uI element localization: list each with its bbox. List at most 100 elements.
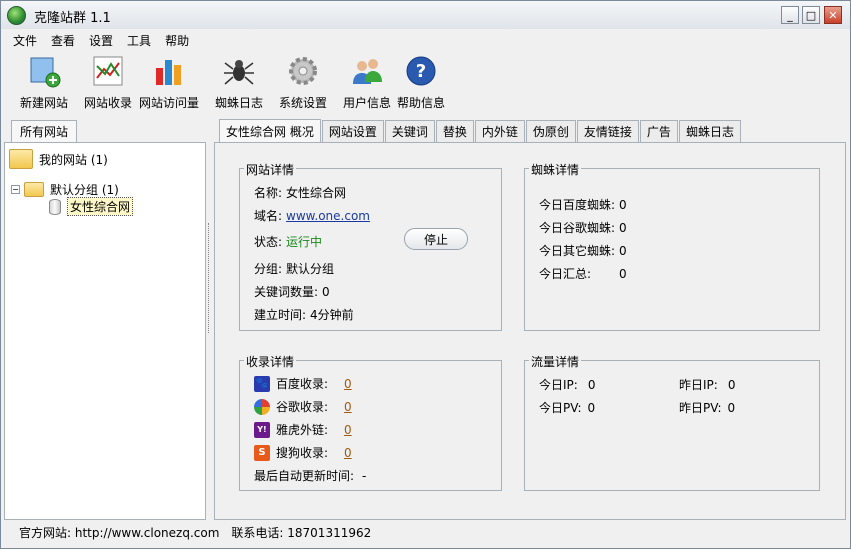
folder-icon: [24, 182, 44, 197]
menu-help[interactable]: 帮助: [165, 32, 189, 49]
menu-settings[interactable]: 设置: [89, 32, 113, 49]
overview-panel: 网站详情 名称: 女性综合网 域名: www.one.com 状态: 运行中 停…: [214, 142, 846, 520]
index-row: S 搜狗收录: 0: [254, 444, 352, 461]
site-keywords-row: 关键词数量: 0: [254, 283, 330, 300]
tab-all-sites[interactable]: 所有网站: [11, 120, 77, 142]
sogou-icon: S: [254, 444, 270, 461]
yesterday-ip-label: 昨日IP:: [679, 378, 718, 392]
index-count-link[interactable]: 0: [344, 446, 352, 460]
collapse-icon[interactable]: −: [11, 185, 20, 194]
tab-pseudo-original[interactable]: 伪原创: [525, 120, 576, 142]
stop-button[interactable]: 停止: [404, 228, 468, 250]
spider-row: 今日汇总: 0: [539, 265, 627, 282]
minimize-button[interactable]: _: [781, 6, 799, 24]
menu-file[interactable]: 文件: [13, 32, 37, 49]
index-label: 谷歌收录:: [276, 400, 329, 414]
index-row: Y! 雅虎外链: 0: [254, 421, 352, 438]
auto-update-row: 最后自动更新时间: -: [254, 467, 366, 484]
name-label: 名称:: [254, 186, 283, 200]
site-created-row: 建立时间: 4分钟前: [254, 306, 354, 323]
menu-tools[interactable]: 工具: [127, 32, 151, 49]
tab-friend-links[interactable]: 友情链接: [576, 120, 639, 142]
users-icon: [349, 53, 385, 89]
yesterday-ip-row: 昨日IP: 0: [679, 376, 735, 393]
yesterday-pv-value: 0: [727, 400, 736, 415]
title-bar: 克隆站群 1.1 _ □ ✕: [1, 1, 850, 29]
tab-replace[interactable]: 替换: [435, 120, 474, 142]
menu-bar: 文件 查看 设置 工具 帮助: [1, 29, 850, 51]
user-info-button[interactable]: 用户信息: [343, 53, 391, 111]
today-ip-label: 今日IP:: [539, 378, 578, 392]
spider-value: 0: [619, 266, 627, 281]
index-label: 百度收录:: [276, 377, 329, 391]
spider-details-group: 蜘蛛详情 今日百度蜘蛛: 0 今日谷歌蜘蛛: 0 今日其它蜘蛛: 0 今日汇总:…: [524, 161, 820, 331]
spider-label: 今日谷歌蜘蛛:: [539, 221, 616, 235]
spider-log-button[interactable]: 蜘蛛日志: [215, 53, 263, 111]
menu-view[interactable]: 查看: [51, 32, 75, 49]
status-label: 状态:: [254, 235, 283, 249]
site-group-row: 分组: 默认分组: [254, 260, 334, 277]
tab-links[interactable]: 内外链: [474, 120, 525, 142]
today-pv-row: 今日PV: 0: [539, 399, 595, 416]
auto-update-value: -: [362, 468, 367, 483]
toolbar-label: 新建网站: [20, 96, 69, 110]
folder-database-icon: [9, 149, 33, 169]
traffic-bar-chart-icon: [151, 53, 187, 89]
tab-keywords[interactable]: 关键词: [384, 120, 435, 142]
status-value: 运行中: [286, 235, 323, 249]
tree-root-label: 我的网站 (1): [39, 152, 108, 167]
google-icon: [254, 398, 270, 415]
traffic-details-group: 流量详情 今日IP: 0 昨日IP: 0 今日PV: 0 昨日PV: 0: [524, 353, 820, 491]
tab-ads[interactable]: 广告: [639, 120, 678, 142]
traffic-details-title: 流量详情: [529, 353, 582, 370]
keywords-label: 关键词数量:: [254, 285, 319, 299]
tab-spider-log[interactable]: 蜘蛛日志: [678, 120, 741, 142]
close-button[interactable]: ✕: [824, 6, 842, 24]
phone-text: 联系电话: 18701311962: [231, 525, 372, 540]
app-window: 克隆站群 1.1 _ □ ✕ 文件 查看 设置 工具 帮助 新建网站 网站收录 …: [0, 0, 851, 549]
help-info-button[interactable]: ? 帮助信息: [397, 53, 445, 111]
window-title: 克隆站群 1.1: [34, 11, 111, 26]
site-index-chart-icon: [90, 53, 126, 89]
toolbar-label: 网站收录: [84, 96, 133, 110]
spider-row: 今日谷歌蜘蛛: 0: [539, 219, 627, 236]
tab-site-settings[interactable]: 网站设置: [321, 120, 384, 142]
site-domain-row: 域名: www.one.com: [254, 207, 370, 224]
status-bar: 官方网站: http://www.clonezq.com 联系电话: 18701…: [1, 521, 850, 543]
site-traffic-button[interactable]: 网站访问量: [139, 53, 199, 111]
maximize-button[interactable]: □: [802, 6, 820, 24]
panel-splitter[interactable]: [208, 223, 211, 333]
detail-tabs: 女性综合网 概况 网站设置 关键词 替换 内外链 伪原创 友情链接 广告 蜘蛛日…: [219, 119, 742, 142]
index-label: 雅虎外链:: [276, 423, 329, 437]
spider-value: 0: [619, 243, 627, 258]
spider-row: 今日百度蜘蛛: 0: [539, 196, 627, 213]
new-site-button[interactable]: 新建网站: [20, 53, 68, 111]
tree-site[interactable]: 女性综合网: [49, 197, 134, 216]
toolbar-label: 网站访问量: [139, 96, 200, 110]
index-count-link[interactable]: 0: [344, 377, 352, 391]
system-settings-button[interactable]: 系统设置: [279, 53, 327, 111]
domain-label: 域名:: [254, 209, 283, 223]
spider-label: 今日汇总:: [539, 267, 592, 281]
svg-text:?: ?: [416, 61, 426, 82]
domain-link[interactable]: www.one.com: [286, 209, 370, 223]
group-label: 分组:: [254, 262, 283, 276]
tree-root[interactable]: 我的网站 (1): [9, 149, 108, 169]
index-row: 谷歌收录: 0: [254, 398, 352, 415]
index-count-link[interactable]: 0: [344, 423, 352, 437]
toolbar-label: 蜘蛛日志: [215, 96, 264, 110]
tab-overview[interactable]: 女性综合网 概况: [219, 119, 321, 142]
group-value: 默认分组: [286, 262, 335, 276]
tree-group[interactable]: − 默认分组 (1): [11, 181, 119, 198]
database-icon: [49, 198, 61, 215]
tree-site-label: 女性综合网: [67, 197, 134, 216]
toolbar-label: 帮助信息: [397, 96, 446, 110]
official-site-text: 官方网站: http://www.clonezq.com: [19, 525, 220, 540]
site-index-button[interactable]: 网站收录: [84, 53, 132, 111]
site-name-row: 名称: 女性综合网: [254, 184, 346, 201]
spider-label: 今日百度蜘蛛:: [539, 198, 616, 212]
index-count-link[interactable]: 0: [344, 400, 352, 414]
help-icon: ?: [403, 53, 439, 89]
site-details-title: 网站详情: [244, 161, 297, 178]
toolbar-label: 系统设置: [279, 96, 328, 110]
